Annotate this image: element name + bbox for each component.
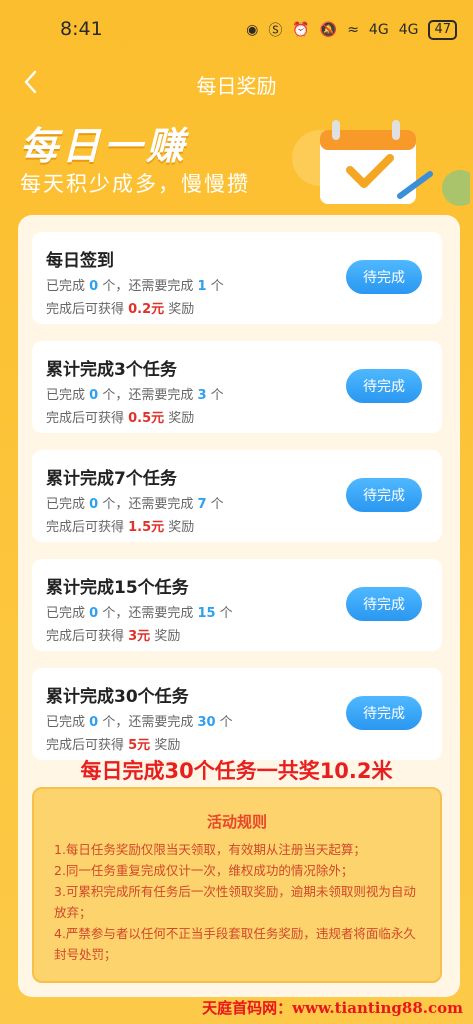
task-title: 累计完成30个任务	[46, 687, 189, 707]
task-title: 每日签到	[46, 251, 114, 271]
pending-button[interactable]: 待完成	[346, 369, 422, 403]
task-progress: 已完成 0 个，还需要完成 30 个	[46, 715, 233, 730]
completed-count: 0	[89, 715, 99, 730]
wifi-icon: ≈	[347, 22, 359, 38]
task-progress: 已完成 0 个，还需要完成 3 个	[46, 388, 224, 403]
task-progress: 已完成 0 个，还需要完成 15 个	[46, 606, 233, 621]
status-icons: ◉ Ⓢ ⏰ 🔕 ≈ 4G 4G 47	[246, 20, 457, 40]
promo-banner: 每日完成30个任务一共奖10.2米	[80, 759, 393, 783]
task-title: 累计完成15个任务	[46, 578, 189, 598]
rule-item: 3.可累积完成所有任务后一次性领取奖励，逾期未领取则视为自动放弃；	[54, 884, 416, 920]
completed-count: 0	[89, 388, 99, 403]
task-card: 累计完成7个任务 已完成 0 个，还需要完成 7 个 完成后可获得 1.5元 奖…	[32, 450, 442, 542]
alarm-icon: ⏰	[292, 22, 310, 38]
completed-count: 0	[89, 279, 99, 294]
signal-label-2: 4G	[398, 22, 419, 38]
required-count: 7	[197, 497, 207, 512]
task-reward: 完成后可获得 5元 奖励	[46, 738, 181, 753]
task-reward: 完成后可获得 3元 奖励	[46, 629, 181, 644]
required-count: 1	[197, 279, 207, 294]
task-title: 累计完成3个任务	[46, 360, 177, 380]
task-progress: 已完成 0 个，还需要完成 1 个	[46, 279, 224, 294]
task-reward: 完成后可获得 0.2元 奖励	[46, 302, 195, 317]
watermark: 天庭首码网：www.tianting88.com	[202, 999, 463, 1017]
pending-button[interactable]: 待完成	[346, 260, 422, 294]
pending-button[interactable]: 待完成	[346, 587, 422, 621]
completed-count: 0	[89, 606, 99, 621]
rule-item: 1.每日任务奖励仅限当天领取，有效期从注册当天起算；	[54, 842, 366, 857]
reward-amount: 1.5元	[128, 520, 165, 535]
required-count: 30	[197, 715, 216, 730]
task-reward: 完成后可获得 0.5元 奖励	[46, 411, 195, 426]
reward-amount: 3元	[128, 629, 151, 644]
required-count: 15	[197, 606, 216, 621]
task-card: 累计完成15个任务 已完成 0 个，还需要完成 15 个 完成后可获得 3元 奖…	[32, 559, 442, 651]
mute-icon: 🔕	[319, 22, 338, 38]
eye-icon: ◉	[246, 22, 259, 38]
status-time: 8:41	[60, 18, 103, 40]
signal-label-1: 4G	[368, 22, 389, 38]
rules-box: 活动规则 1.每日任务奖励仅限当天领取，有效期从注册当天起算； 2.同一任务重复…	[32, 787, 442, 983]
task-card: 累计完成3个任务 已完成 0 个，还需要完成 3 个 完成后可获得 0.5元 奖…	[32, 341, 442, 433]
completed-count: 0	[89, 497, 99, 512]
task-reward: 完成后可获得 1.5元 奖励	[46, 520, 195, 535]
pending-button[interactable]: 待完成	[346, 478, 422, 512]
reward-amount: 0.2元	[128, 302, 165, 317]
required-count: 3	[197, 388, 207, 403]
nfc-icon: Ⓢ	[268, 23, 283, 39]
hero-title: 每日一赚	[20, 124, 189, 168]
task-title: 累计完成7个任务	[46, 469, 177, 489]
hero-subtitle: 每天积少成多，慢慢攒	[20, 172, 250, 196]
task-progress: 已完成 0 个，还需要完成 7 个	[46, 497, 224, 512]
task-card: 每日签到 已完成 0 个，还需要完成 1 个 完成后可获得 0.2元 奖励 待完…	[32, 232, 442, 324]
battery-indicator: 47	[428, 20, 457, 40]
rule-item: 4.严禁参与者以任何不正当手段套取任务奖励，违规者将面临永久封号处罚；	[54, 926, 416, 962]
reward-amount: 0.5元	[128, 411, 165, 426]
status-bar: 8:41 ◉ Ⓢ ⏰ 🔕 ≈ 4G 4G 47	[0, 0, 473, 60]
navigation-bar: 每日奖励	[0, 60, 473, 104]
rules-title: 活动规则	[206, 813, 267, 831]
rule-item: 2.同一任务重复完成仅计一次，维权成功的情况除外；	[54, 863, 354, 878]
page-title: 每日奖励	[196, 74, 277, 98]
calendar-illustration	[292, 120, 470, 206]
rules-list: 1.每日任务奖励仅限当天领取，有效期从注册当天起算； 2.同一任务重复完成仅计一…	[54, 839, 424, 965]
task-card: 累计完成30个任务 已完成 0 个，还需要完成 30 个 完成后可获得 5元 奖…	[32, 668, 442, 760]
reward-amount: 5元	[128, 738, 151, 753]
pending-button[interactable]: 待完成	[346, 696, 422, 730]
